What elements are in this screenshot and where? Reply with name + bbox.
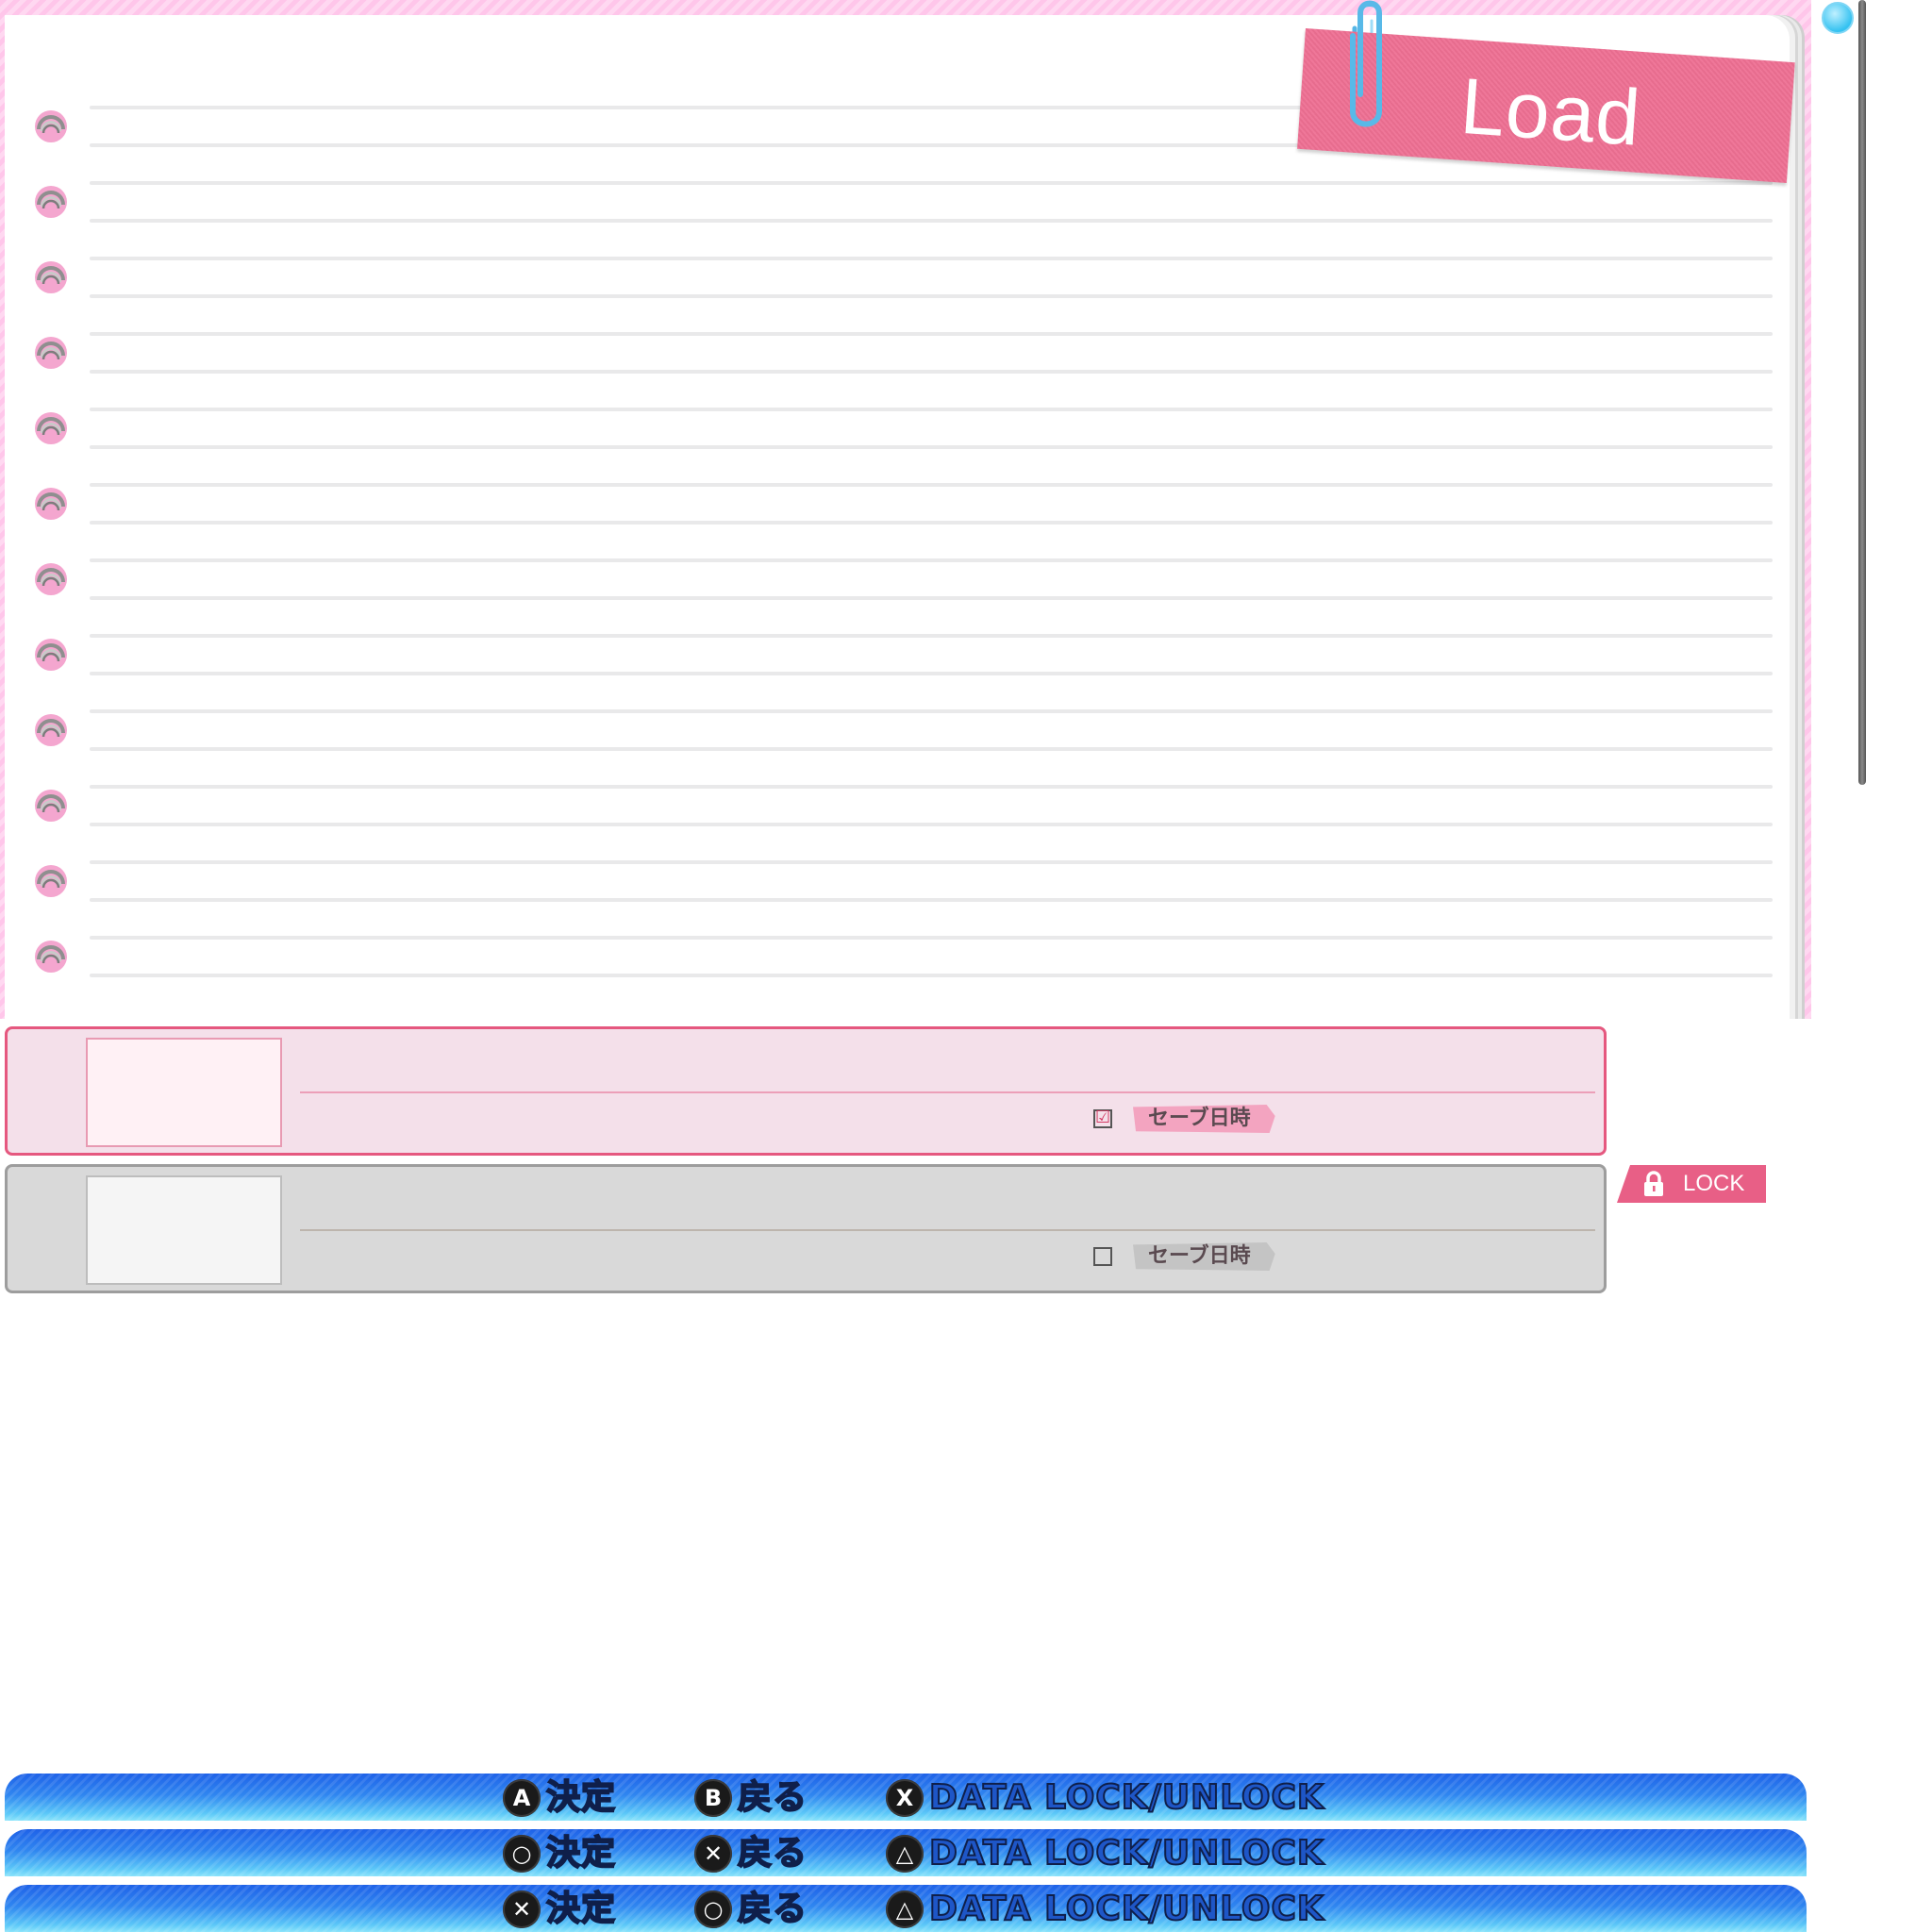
data-lock-label: DATA LOCK/UNLOCK [928, 1889, 1324, 1929]
spiral-ring-icon [35, 639, 67, 671]
paperclip-front-icon [1350, 0, 1382, 127]
circle-button-icon: ○ [694, 1890, 732, 1928]
confirm-hint[interactable]: ✕ 決定 [503, 1889, 616, 1930]
ruled-line [90, 408, 1773, 411]
back-hint[interactable]: B 戻る [694, 1777, 808, 1819]
a-button-icon: A [503, 1779, 541, 1817]
ruled-line [90, 558, 1773, 562]
ruled-line [90, 709, 1773, 713]
slot-thumbnail [86, 1175, 282, 1285]
scrollbar-thumb[interactable] [1822, 2, 1854, 34]
data-lock-hint[interactable]: △ DATA LOCK/UNLOCK [886, 1833, 1324, 1874]
back-label: 戻る [737, 1889, 808, 1929]
data-lock-label: DATA LOCK/UNLOCK [928, 1833, 1324, 1874]
ruled-line [90, 370, 1773, 374]
ruled-line [90, 747, 1773, 751]
ruled-line [90, 898, 1773, 902]
scrollbar-track[interactable] [1858, 0, 1866, 785]
ruled-line [90, 785, 1773, 789]
cross-button-icon: ✕ [503, 1890, 541, 1928]
back-hint[interactable]: ✕ 戻る [694, 1833, 808, 1874]
button-hint-bar-2: ○ 決定 ✕ 戻る △ DATA LOCK/UNLOCK [5, 1829, 1807, 1876]
circle-button-icon: ○ [503, 1835, 541, 1873]
save-date-label: セーブ日時 [1133, 1105, 1275, 1133]
slot-divider [300, 1091, 1595, 1093]
slot-checkbox[interactable]: ☑ [1093, 1109, 1112, 1128]
spiral-ring-icon [35, 261, 67, 293]
ruled-line [90, 483, 1773, 487]
slot-checkbox[interactable] [1093, 1247, 1112, 1266]
slot-divider [300, 1229, 1595, 1231]
ruled-line [90, 332, 1773, 336]
spiral-ring-icon [35, 790, 67, 822]
button-hint-bar-3: ✕ 決定 ○ 戻る △ DATA LOCK/UNLOCK [5, 1885, 1807, 1932]
spiral-ring-icon [35, 186, 67, 218]
ruled-line [90, 596, 1773, 600]
spiral-ring-icon [35, 337, 67, 369]
confirm-hint[interactable]: A 決定 [503, 1777, 616, 1819]
spiral-ring-icon [35, 941, 67, 973]
data-lock-hint[interactable]: △ DATA LOCK/UNLOCK [886, 1889, 1324, 1930]
ruled-line [90, 445, 1773, 449]
back-label: 戻る [737, 1833, 808, 1874]
spiral-ring-icon [35, 110, 67, 142]
back-label: 戻る [737, 1777, 808, 1818]
ruled-line [90, 257, 1773, 260]
ruled-line [90, 936, 1773, 940]
x-button-icon: X [886, 1779, 924, 1817]
ruled-line [90, 672, 1773, 675]
lock-badge: LOCK [1617, 1165, 1766, 1203]
ruled-line [90, 181, 1773, 185]
lock-label: LOCK [1683, 1171, 1745, 1196]
confirm-label: 決定 [545, 1889, 617, 1929]
ruled-line [90, 219, 1773, 223]
page-title: Load [1457, 60, 1644, 162]
back-hint[interactable]: ○ 戻る [694, 1889, 808, 1930]
ruled-line [90, 521, 1773, 525]
notebook-page [5, 15, 1790, 1019]
cross-button-icon: ✕ [694, 1835, 732, 1873]
ruled-line [90, 823, 1773, 826]
spiral-ring-icon [35, 563, 67, 595]
data-lock-label: DATA LOCK/UNLOCK [928, 1777, 1324, 1818]
triangle-button-icon: △ [886, 1835, 924, 1873]
ruled-line [90, 634, 1773, 638]
data-lock-hint[interactable]: X DATA LOCK/UNLOCK [886, 1777, 1324, 1819]
triangle-button-icon: △ [886, 1890, 924, 1928]
lock-icon [1644, 1171, 1663, 1196]
save-slot-2[interactable]: セーブ日時 [5, 1164, 1607, 1293]
ruled-line [90, 860, 1773, 864]
spiral-ring-icon [35, 714, 67, 746]
slot-thumbnail [86, 1038, 282, 1147]
confirm-label: 決定 [545, 1833, 617, 1874]
confirm-hint[interactable]: ○ 決定 [503, 1833, 616, 1874]
button-hint-bar-1: A 決定 B 戻る X DATA LOCK/UNLOCK [5, 1774, 1807, 1821]
save-slot-1[interactable]: ☑ セーブ日時 [5, 1026, 1607, 1156]
ruled-line [90, 294, 1773, 298]
spiral-ring-icon [35, 488, 67, 520]
save-date-label: セーブ日時 [1133, 1242, 1275, 1271]
ruled-line [90, 974, 1773, 977]
spiral-ring-icon [35, 865, 67, 897]
confirm-label: 決定 [545, 1777, 617, 1818]
b-button-icon: B [694, 1779, 732, 1817]
spiral-ring-icon [35, 412, 67, 444]
